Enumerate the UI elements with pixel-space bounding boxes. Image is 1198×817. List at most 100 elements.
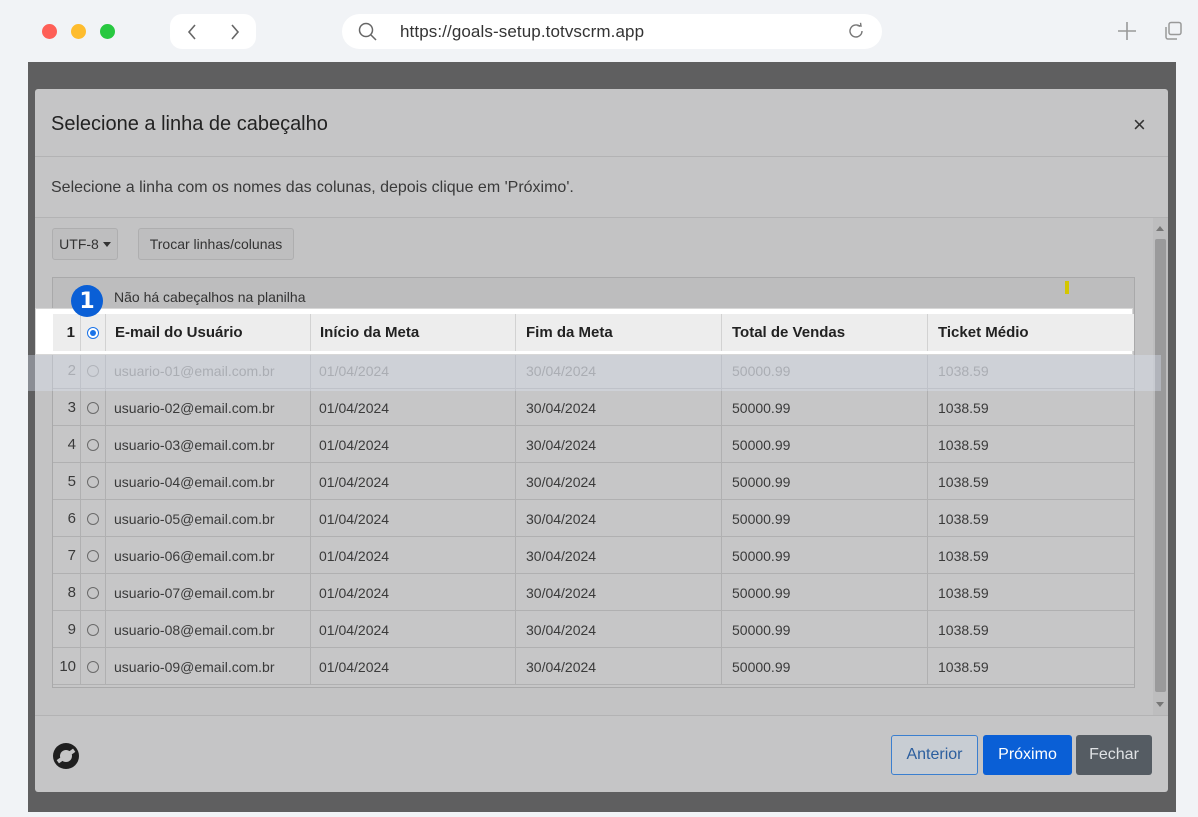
- radio-unselected-icon[interactable]: [87, 660, 99, 673]
- radio-unselected-icon[interactable]: [87, 401, 99, 414]
- nav-buttons: [170, 14, 256, 49]
- window-maximize-dot[interactable]: [100, 24, 115, 39]
- next-button[interactable]: Próximo: [983, 735, 1072, 775]
- row-radio[interactable]: [81, 426, 106, 463]
- row-radio[interactable]: [81, 314, 106, 351]
- table-cell-total: 50000.99: [722, 463, 928, 500]
- table-row[interactable]: 9 usuario-08@email.com.br 01/04/2024 30/04/…: [53, 611, 1134, 648]
- row-number: 10: [53, 648, 81, 685]
- row-radio[interactable]: [81, 500, 106, 537]
- table-cell-total: 50000.99: [722, 389, 928, 426]
- window-minimize-dot[interactable]: [71, 24, 86, 39]
- table-cell-total: 50000.99: [722, 574, 928, 611]
- table-cell-start: 01/04/2024: [311, 537, 516, 574]
- row-number: 1: [53, 314, 81, 351]
- swap-rows-columns-button[interactable]: Trocar linhas/colunas: [138, 228, 294, 260]
- table-cell-end: 30/04/2024: [516, 426, 722, 463]
- tabs-overview-icon[interactable]: [1163, 21, 1183, 41]
- table-cell-start: 01/04/2024: [311, 426, 516, 463]
- dialog-header: Selecione a linha de cabeçalho ×: [35, 89, 1168, 157]
- radio-unselected-icon[interactable]: [87, 512, 99, 525]
- encoding-dropdown[interactable]: UTF-8: [52, 228, 118, 260]
- table-cell-end: 30/04/2024: [516, 500, 722, 537]
- marker: [1065, 281, 1069, 294]
- table-cell-email: usuario-03@email.com.br: [106, 426, 311, 463]
- footer-divider: [35, 715, 1168, 716]
- table-row[interactable]: 4 usuario-03@email.com.br 01/04/2024 30/04/…: [53, 426, 1134, 463]
- selected-header-row-cells: 1 E-mail do Usuário Início da Meta Fim d…: [53, 314, 1134, 351]
- table-cell-email: usuario-02@email.com.br: [106, 389, 311, 426]
- row-number: 6: [53, 500, 81, 537]
- step-badge: 1: [71, 285, 103, 317]
- header-row-dialog: Selecione a linha de cabeçalho × Selecio…: [35, 89, 1168, 792]
- table-cell-total: 50000.99: [722, 648, 928, 685]
- table-cell-email: usuario-09@email.com.br: [106, 648, 311, 685]
- new-tab-icon[interactable]: [1116, 20, 1138, 42]
- table-cell-start: 01/04/2024: [311, 389, 516, 426]
- chevron-right-icon: [230, 23, 239, 40]
- table-cell-ticket: 1038.59: [938, 510, 989, 527]
- row-number: 9: [53, 611, 81, 648]
- table-row[interactable]: 6 usuario-05@email.com.br 01/04/2024 30/04/…: [53, 500, 1134, 537]
- table-row[interactable]: 5 usuario-04@email.com.br 01/04/2024 30/04/…: [53, 463, 1134, 500]
- url-text[interactable]: https://goals-setup.totvscrm.app: [400, 22, 644, 42]
- table-cell-total: 50000.99: [722, 611, 928, 648]
- radio-unselected-icon[interactable]: [87, 549, 99, 562]
- address-bar[interactable]: https://goals-setup.totvscrm.app: [342, 14, 882, 49]
- table-row[interactable]: 8 usuario-07@email.com.br 01/04/2024 30/04/…: [53, 574, 1134, 611]
- table-cell-end: 30/04/2024: [516, 463, 722, 500]
- table-cell-end: 30/04/2024: [516, 537, 722, 574]
- table-cell-start: 01/04/2024: [311, 611, 516, 648]
- table-cell-total: 50000.99: [722, 537, 928, 574]
- table-cell-email: usuario-05@email.com.br: [106, 500, 311, 537]
- reload-icon[interactable]: [847, 22, 865, 40]
- table-cell-email: usuario-04@email.com.br: [106, 463, 311, 500]
- encoding-label: UTF-8: [59, 236, 99, 252]
- row-radio[interactable]: [81, 537, 106, 574]
- table-row[interactable]: 10 usuario-09@email.com.br 01/04/2024 30/04…: [53, 648, 1134, 685]
- row-number: 3: [53, 389, 81, 426]
- totvs-logo-icon: [53, 743, 79, 769]
- search-icon: [358, 22, 377, 41]
- table-row[interactable]: 3 usuario-02@email.com.br 01/04/2024 30/04/…: [53, 389, 1134, 426]
- dialog-title: Selecione a linha de cabeçalho: [51, 113, 328, 135]
- selected-header-row[interactable]: 1 E-mail do Usuário Início da Meta Fim d…: [35, 308, 1134, 355]
- radio-unselected-icon[interactable]: [87, 586, 99, 599]
- caret-down-icon: [102, 241, 111, 247]
- scroll-up-arrow-icon[interactable]: [1156, 226, 1164, 231]
- scroll-down-arrow-icon[interactable]: [1156, 702, 1164, 707]
- dialog-description: Selecione a linha com os nomes das colun…: [51, 179, 574, 196]
- browser-chrome: https://goals-setup.totvscrm.app: [0, 0, 1198, 62]
- row-radio[interactable]: [81, 611, 106, 648]
- header-cell-ticket: Ticket Médio: [938, 324, 1029, 341]
- row-radio[interactable]: [81, 463, 106, 500]
- radio-unselected-icon[interactable]: [87, 438, 99, 451]
- table-cell-email: usuario-07@email.com.br: [106, 574, 311, 611]
- table-cell-total: 50000.99: [722, 426, 928, 463]
- chevron-left-icon: [187, 23, 196, 40]
- table-cell-ticket: 1038.59: [938, 621, 989, 638]
- table-cell-end: 30/04/2024: [516, 389, 722, 426]
- row-radio[interactable]: [81, 574, 106, 611]
- row-number: 7: [53, 537, 81, 574]
- no-header-label: Não há cabeçalhos na planilha: [114, 289, 306, 305]
- table-cell-end: 30/04/2024: [516, 648, 722, 685]
- radio-selected-icon[interactable]: [87, 326, 99, 339]
- table-row[interactable]: 7 usuario-06@email.com.br 01/04/2024 30/04/…: [53, 537, 1134, 574]
- row-radio[interactable]: [81, 389, 106, 426]
- close-icon[interactable]: ×: [1133, 114, 1146, 136]
- window-close-dot[interactable]: [42, 24, 57, 39]
- table-cell-ticket: 1038.59: [938, 584, 989, 601]
- scrollbar-thumb[interactable]: [1155, 239, 1166, 692]
- table-cell-start: 01/04/2024: [311, 648, 516, 685]
- back-button[interactable]: [170, 14, 213, 49]
- radio-unselected-icon[interactable]: [87, 623, 99, 636]
- close-button[interactable]: Fechar: [1076, 735, 1152, 775]
- table-cell-start: 01/04/2024: [311, 574, 516, 611]
- row-radio[interactable]: [81, 648, 106, 685]
- radio-unselected-icon[interactable]: [87, 475, 99, 488]
- row-number: 5: [53, 463, 81, 500]
- header-cell-total: Total de Vendas: [722, 314, 928, 351]
- forward-button[interactable]: [213, 14, 256, 49]
- previous-button[interactable]: Anterior: [891, 735, 978, 775]
